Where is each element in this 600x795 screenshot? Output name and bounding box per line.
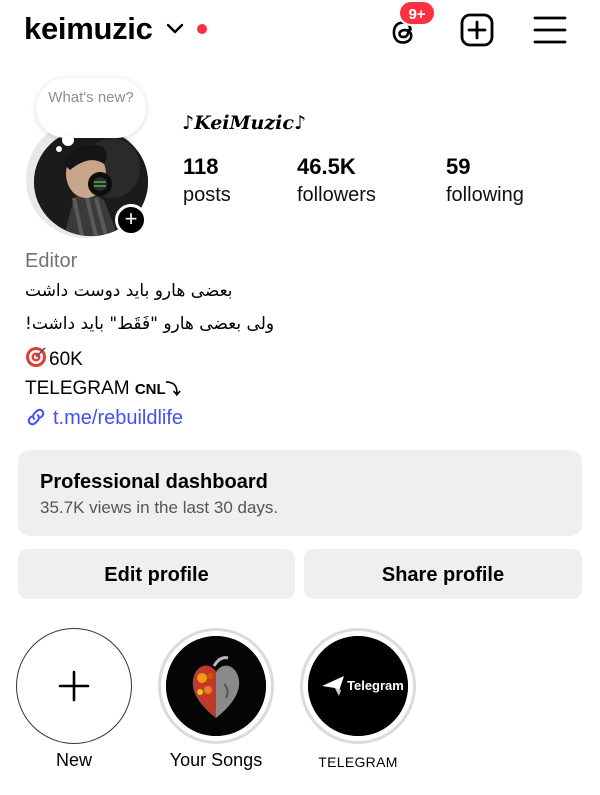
professional-dashboard[interactable]: Professional dashboard 35.7K views in th…: [18, 450, 582, 536]
stat-following-label: following: [446, 184, 524, 206]
plus-icon: [58, 670, 90, 702]
stat-followers-value: 46.5K: [297, 154, 356, 179]
highlight-telegram-ring[interactable]: Telegram: [300, 628, 416, 744]
highlight-telegram-label: TELEGRAM: [318, 754, 398, 770]
profile-header: keimuzic 9+: [0, 0, 600, 62]
notification-badge: 9+: [398, 0, 436, 26]
display-name: ♪KeiMuzic♪: [182, 112, 307, 134]
telegram-logo-text: Telegram: [347, 678, 404, 693]
bio-line-4: TELEGRAM CNL⤵: [25, 378, 181, 400]
dashboard-subtitle: 35.7K views in the last 30 days.: [40, 498, 279, 517]
edit-profile-button[interactable]: Edit profile: [18, 549, 295, 599]
note-placeholder: What's new?: [48, 89, 134, 106]
highlight-songs-cover: [166, 636, 266, 736]
stat-posts[interactable]: 118 posts: [183, 154, 231, 210]
bio-line-1: بعضی هارو باید دوست داشت: [25, 281, 233, 301]
bio-link[interactable]: t.me/rebuildlife: [25, 406, 183, 430]
bio-line-2: ولی بعضی هارو "فَقَط" باید داشت!: [25, 314, 275, 334]
target-icon: [26, 347, 46, 367]
bio-link-text: t.me/rebuildlife: [53, 407, 184, 429]
highlight-your-songs[interactable]: Your Songs: [158, 628, 274, 771]
stat-followers-label: followers: [297, 184, 376, 206]
highlight-new-label: New: [55, 750, 92, 770]
highlight-new-circle[interactable]: [16, 628, 132, 744]
link-icon: [27, 408, 45, 426]
stat-following-value: 59: [446, 154, 471, 179]
profile-category: Editor: [25, 250, 78, 272]
note-tail-dot: [62, 134, 74, 146]
share-profile-button[interactable]: Share profile: [304, 549, 582, 599]
bio-line-3-text: 60K: [49, 349, 83, 370]
bio-line-4-suffix: CNL⤵: [134, 381, 181, 398]
bio-line-3: 60K: [25, 346, 83, 371]
highlight-telegram-cover: Telegram: [308, 636, 408, 736]
create-post-icon[interactable]: [459, 12, 495, 48]
note-tail-dot-small: [56, 146, 62, 152]
highlight-songs-label: Your Songs: [169, 750, 263, 770]
chevron-down-icon[interactable]: [166, 22, 184, 36]
highlight-telegram[interactable]: Telegram TELEGRAM: [300, 628, 416, 770]
highlight-songs-ring[interactable]: [158, 628, 274, 744]
heart-art-image: [166, 636, 266, 736]
dashboard-title: Professional dashboard: [40, 471, 268, 493]
menu-icon[interactable]: [532, 12, 568, 48]
telegram-logo-icon: Telegram: [308, 636, 408, 736]
unread-dot: [197, 24, 207, 34]
stat-followers[interactable]: 46.5K followers: [297, 154, 376, 210]
note-bubble[interactable]: What's new?: [36, 78, 146, 138]
highlight-new[interactable]: New: [16, 628, 132, 771]
stat-following[interactable]: 59 following: [446, 154, 524, 210]
stat-posts-label: posts: [183, 184, 231, 206]
bio-line-4-text: TELEGRAM: [25, 378, 130, 399]
username-switcher[interactable]: keimuzic: [24, 11, 153, 47]
stat-posts-value: 118: [183, 154, 219, 179]
add-story-button[interactable]: +: [115, 204, 147, 236]
